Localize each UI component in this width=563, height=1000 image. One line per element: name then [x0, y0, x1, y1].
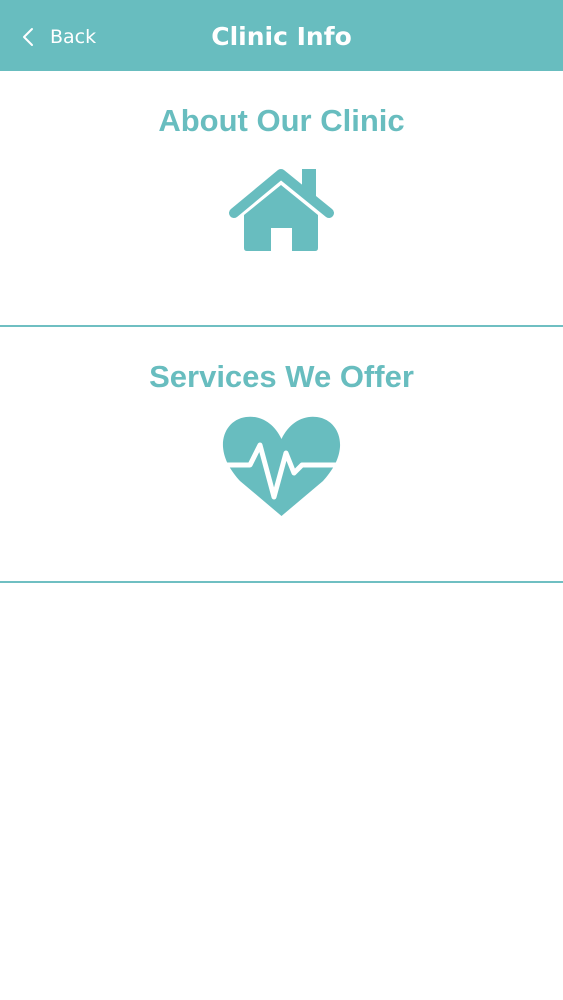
chevron-left-icon	[23, 28, 33, 46]
heart-pulse-icon	[222, 416, 341, 516]
house-icon	[229, 169, 334, 251]
section-divider	[0, 581, 563, 583]
services-item[interactable]: Services We Offer	[0, 327, 563, 582]
back-label: Back	[50, 26, 97, 48]
about-clinic-title: About Our Clinic	[158, 103, 405, 138]
navigation-bar: Back Clinic Info	[0, 0, 563, 71]
services-title: Services We Offer	[149, 359, 414, 394]
about-clinic-item[interactable]: About Our Clinic	[0, 71, 563, 326]
back-button[interactable]: Back	[18, 18, 96, 56]
clinic-info-screen: Back Clinic Info About Our Clinic Servic…	[0, 0, 563, 1000]
